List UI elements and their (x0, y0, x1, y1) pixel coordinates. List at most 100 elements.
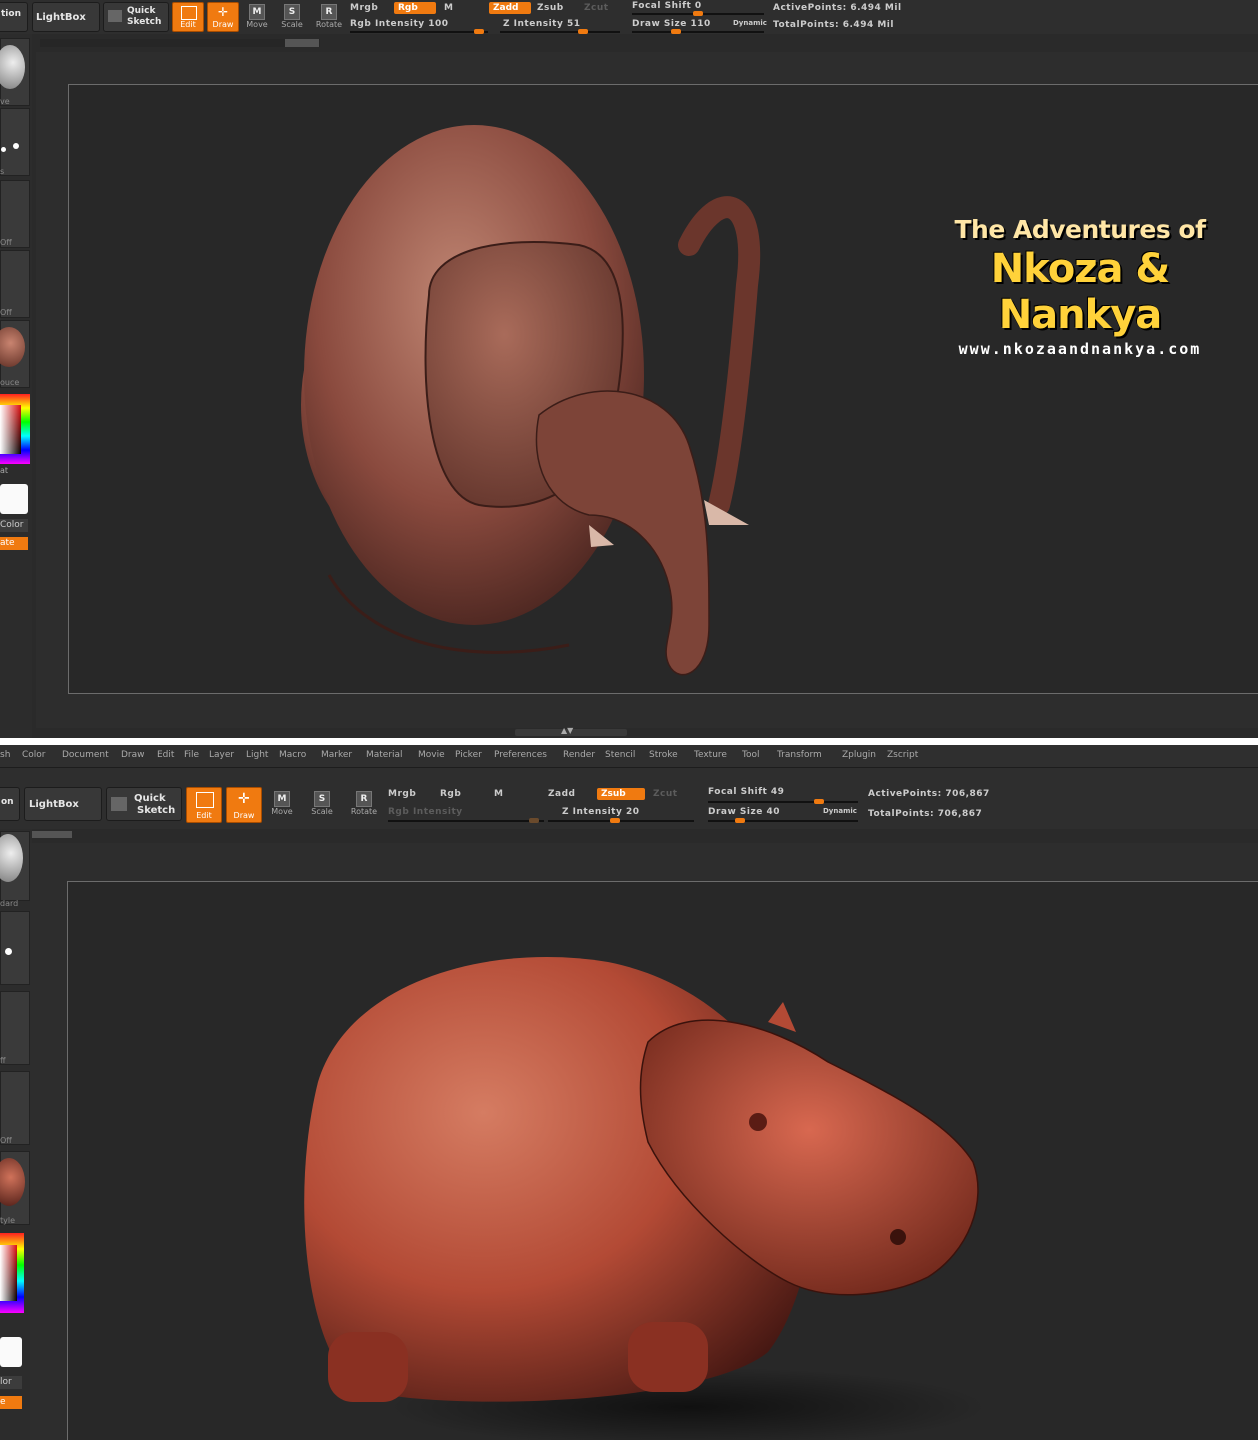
alternate-button[interactable]: e (0, 1396, 22, 1409)
menu-preferences[interactable]: Preferences (494, 750, 547, 760)
rgb-toggle[interactable]: Rgb (440, 789, 461, 799)
menu-stroke[interactable]: Stroke (649, 750, 678, 760)
dynamic-toggle[interactable]: Dynamic (823, 807, 857, 815)
dynamic-toggle[interactable]: Dynamic (733, 19, 767, 27)
draw-size-slider[interactable] (708, 820, 858, 822)
hippo-eye (749, 1113, 767, 1131)
zcut-toggle[interactable]: Zcut (584, 3, 609, 13)
active-points: ActivePoints: 6.494 Mil (773, 3, 902, 13)
color-picker[interactable] (0, 394, 30, 464)
z-intensity-slider[interactable] (548, 820, 694, 822)
move-label: Move (246, 20, 268, 29)
rgb-intensity-knob[interactable] (529, 818, 539, 823)
canvas-resize-handle[interactable]: ▲▼ (515, 726, 627, 736)
draw-icon: ✛ (218, 5, 229, 19)
z-intensity-label: Z Intensity 20 (562, 807, 640, 817)
menu-picker[interactable]: Picker (455, 750, 482, 760)
scale-button[interactable]: S Scale (308, 791, 336, 816)
rotate-button[interactable]: R Rotate (315, 4, 343, 29)
rotate-icon: R (356, 791, 372, 807)
edit-label: Edit (196, 811, 212, 820)
edit-button[interactable]: Edit (186, 787, 222, 823)
gradient-tag: at (0, 466, 9, 475)
viewport-frame[interactable] (68, 84, 1258, 694)
m-toggle[interactable]: M (494, 789, 503, 799)
stroke-thumbnail[interactable] (0, 108, 30, 176)
menu-file[interactable]: File (184, 750, 199, 760)
z-intensity-knob[interactable] (578, 29, 588, 34)
zadd-toggle[interactable]: Zadd (489, 2, 531, 14)
rgb-intensity-knob[interactable] (474, 29, 484, 34)
move-button[interactable]: M Move (245, 4, 269, 29)
main-color-swatch[interactable] (0, 484, 28, 514)
focal-shift-slider[interactable] (708, 801, 858, 803)
menu-movie[interactable]: Movie (418, 750, 445, 760)
zsub-toggle[interactable]: Zsub (537, 3, 564, 13)
m-toggle[interactable]: M (444, 3, 453, 13)
draw-size-knob[interactable] (671, 29, 681, 34)
z-intensity-slider[interactable] (500, 31, 620, 33)
focal-shift-knob[interactable] (693, 11, 703, 16)
menu-stencil[interactable]: Stencil (605, 750, 635, 760)
zcut-toggle[interactable]: Zcut (653, 789, 678, 799)
edit-button[interactable]: Edit (172, 2, 204, 32)
texture-thumbnail[interactable] (0, 1071, 30, 1145)
mrgb-toggle[interactable]: Mrgb (350, 3, 378, 13)
lightbox-button[interactable]: LightBox (32, 2, 100, 32)
menu-light[interactable]: Light (246, 750, 268, 760)
projection-button[interactable]: tion (0, 2, 28, 32)
menu-brush[interactable]: sh (0, 750, 10, 760)
menu-render[interactable]: Render (563, 750, 595, 760)
z-intensity-knob[interactable] (610, 818, 620, 823)
draw-size-knob[interactable] (735, 818, 745, 823)
menu-layer[interactable]: Layer (209, 750, 234, 760)
menu-zscript[interactable]: Zscript (887, 750, 918, 760)
lightbox-button[interactable]: LightBox (24, 787, 102, 821)
menu-marker[interactable]: Marker (321, 750, 352, 760)
menu-edit[interactable]: Edit (157, 750, 174, 760)
main-color-swatch[interactable] (0, 1337, 22, 1367)
quick-sketch-button[interactable]: Quick Sketch (106, 787, 182, 821)
scale-button[interactable]: S Scale (280, 4, 304, 29)
alternate-button[interactable]: ate (0, 537, 28, 550)
draw-size-slider[interactable] (632, 31, 764, 33)
menu-zplugin[interactable]: Zplugin (842, 750, 876, 760)
rgb-toggle[interactable]: Rgb (394, 2, 436, 14)
mrgb-toggle[interactable]: Mrgb (388, 789, 416, 799)
zadd-toggle[interactable]: Zadd (548, 789, 575, 799)
viewport-frame[interactable] (67, 881, 1258, 1440)
color-picker[interactable] (0, 1233, 24, 1313)
website-url: www.nkozaandnankya.com (958, 340, 1202, 358)
menu-draw[interactable]: Draw (121, 750, 145, 760)
draw-icon: ✛ (238, 791, 250, 807)
rgb-intensity-slider[interactable] (350, 31, 488, 33)
zsub-toggle[interactable]: Zsub (597, 788, 645, 800)
menu-color[interactable]: Color (22, 750, 46, 760)
switch-color-button[interactable]: lor (0, 1376, 22, 1389)
scroll-thumb[interactable] (285, 39, 319, 47)
edit-icon (181, 6, 197, 20)
switch-color-button[interactable]: Color (0, 519, 28, 532)
scroll-thumb[interactable] (32, 831, 72, 838)
menu-tool[interactable]: Tool (742, 750, 759, 760)
menu-macro[interactable]: Macro (279, 750, 306, 760)
draw-button[interactable]: ✛ Draw (207, 2, 239, 32)
alpha-thumbnail[interactable] (0, 991, 30, 1065)
menu-bar: sh Color Document Draw Edit File Layer L… (0, 745, 1258, 768)
menu-texture[interactable]: Texture (694, 750, 727, 760)
focal-shift-knob[interactable] (814, 799, 824, 804)
rotate-button[interactable]: R Rotate (348, 791, 380, 816)
draw-button[interactable]: ✛ Draw (226, 787, 262, 823)
brush-thumbnail[interactable] (0, 38, 30, 106)
stroke-thumbnail[interactable] (0, 911, 30, 985)
brush-thumbnail[interactable] (0, 831, 30, 901)
menu-material[interactable]: Material (366, 750, 403, 760)
menu-transform[interactable]: Transform (777, 750, 822, 760)
move-button[interactable]: M Move (268, 791, 296, 816)
total-points: TotalPoints: 706,867 (868, 809, 983, 819)
menu-document[interactable]: Document (62, 750, 109, 760)
projection-button[interactable]: on (0, 787, 20, 821)
quick-sketch-button[interactable]: Quick Sketch (103, 2, 169, 32)
rgb-intensity-slider[interactable] (388, 820, 544, 822)
material-thumbnail[interactable] (0, 1151, 30, 1225)
